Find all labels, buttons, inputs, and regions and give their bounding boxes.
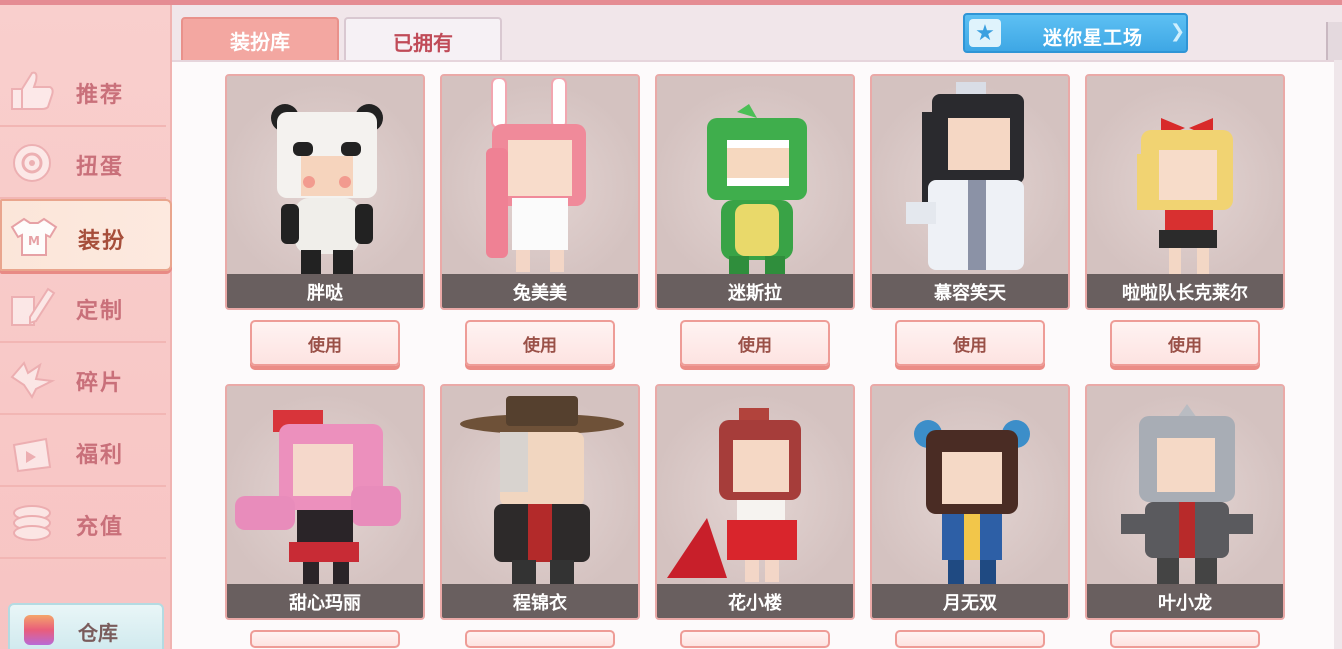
panda-avatar [271, 104, 383, 274]
use-button[interactable]: 使用 [465, 320, 615, 366]
use-button[interactable] [680, 630, 830, 648]
swordsman-avatar [906, 82, 1024, 270]
costume-card[interactable]: 胖哒 [225, 74, 425, 310]
sidebar-item-recharge[interactable]: 充值 [0, 487, 166, 559]
costume-name: 花小楼 [657, 584, 853, 618]
costume-card[interactable]: 迷斯拉 [655, 74, 855, 310]
use-button[interactable]: 使用 [895, 320, 1045, 366]
use-button[interactable] [465, 630, 615, 648]
sidebar-item-label: 推荐 [76, 83, 125, 108]
tab-library[interactable]: 装扮库 [181, 17, 339, 63]
costume-name: 迷斯拉 [657, 274, 853, 308]
scrollbar-track[interactable] [1334, 60, 1342, 649]
sidebar-item-gacha[interactable]: 扭蛋 [0, 127, 166, 199]
ronin-avatar [460, 396, 624, 584]
sidebar-item-label: 充值 [76, 515, 125, 540]
use-button[interactable]: 使用 [250, 320, 400, 366]
warehouse-icon [24, 615, 54, 645]
sidebar-item-label: 扭蛋 [76, 155, 125, 180]
costume-card[interactable]: 程锦衣 [440, 384, 640, 620]
dinosaur-avatar [707, 104, 807, 274]
costume-card[interactable]: 啦啦队长克莱尔 [1085, 74, 1285, 310]
use-button[interactable]: 使用 [680, 320, 830, 366]
use-button[interactable]: 使用 [1110, 320, 1260, 366]
costume-name: 兔美美 [442, 274, 638, 308]
sidebar-item-label: 福利 [76, 443, 125, 468]
costume-name: 月无双 [872, 584, 1068, 618]
sweetheart-avatar [235, 410, 401, 584]
sidebar-item-dressup[interactable]: M 装扮 [0, 199, 172, 271]
costume-card[interactable]: 兔美美 [440, 74, 640, 310]
shirt-icon: M [10, 217, 58, 256]
bunny-avatar [486, 78, 586, 272]
sidebar-item-fragments[interactable]: 碎片 [0, 343, 166, 415]
costume-name: 叶小龙 [1087, 584, 1283, 618]
use-button[interactable] [895, 630, 1045, 648]
warehouse-label: 仓库 [78, 621, 118, 645]
costume-card[interactable]: 慕容笑天 [870, 74, 1070, 310]
costume-name: 甜心玛丽 [227, 584, 423, 618]
costume-card[interactable]: 叶小龙 [1085, 384, 1285, 620]
sidebar-item-customize[interactable]: 定制 [0, 271, 166, 343]
warehouse-button[interactable]: 仓库 [8, 603, 164, 649]
cheerleader-avatar [1137, 118, 1233, 274]
costume-card[interactable]: 花小楼 [655, 384, 855, 620]
coins-icon [13, 505, 51, 541]
tab-owned[interactable]: 已拥有 [344, 17, 502, 63]
panel-edge [1326, 22, 1342, 62]
sidebar-item-welfare[interactable]: 福利 [0, 415, 166, 487]
tabs-bar: 装扮库 已拥有 ★ 迷你星工场 ❯ [172, 5, 1342, 63]
star-icon: ★ [969, 19, 1001, 47]
pencil-icon [11, 287, 56, 326]
chevron-right-icon: ❯ [1170, 21, 1186, 42]
use-button[interactable] [1110, 630, 1260, 648]
svg-text:M: M [28, 234, 40, 248]
mini-workshop-button[interactable]: ★ 迷你星工场 ❯ [963, 13, 1188, 53]
costume-grid: 胖哒 使用 兔美美 使用 迷斯拉 使用 慕容笑天 使用 啦啦队长克莱尔 使用 甜… [172, 60, 1342, 649]
gacha-icon [13, 144, 51, 182]
sidebar-item-label: 装扮 [78, 229, 127, 254]
sidebar-item-label: 定制 [76, 299, 125, 324]
sidebar: 推荐 扭蛋 M 装扮 定制 碎片 福利 充值 仓库 [0, 5, 172, 649]
costume-name: 胖哒 [227, 274, 423, 308]
sidebar-item-label: 碎片 [76, 371, 125, 396]
sidebar-item-recommend[interactable]: 推荐 [0, 55, 166, 127]
costume-name: 程锦衣 [442, 584, 638, 618]
thumbs-up-icon [11, 71, 54, 110]
workshop-label: 迷你星工场 [1043, 27, 1144, 49]
costume-name: 慕容笑天 [872, 274, 1068, 308]
gift-icon [12, 437, 52, 473]
fragment-icon [10, 361, 56, 399]
costume-card[interactable]: 月无双 [870, 384, 1070, 620]
costume-card[interactable]: 甜心玛丽 [225, 384, 425, 620]
flower-avatar [667, 408, 801, 582]
use-button[interactable] [250, 630, 400, 648]
moon-avatar [914, 420, 1030, 584]
dragon-avatar [1121, 404, 1253, 584]
costume-name: 啦啦队长克莱尔 [1087, 274, 1283, 308]
